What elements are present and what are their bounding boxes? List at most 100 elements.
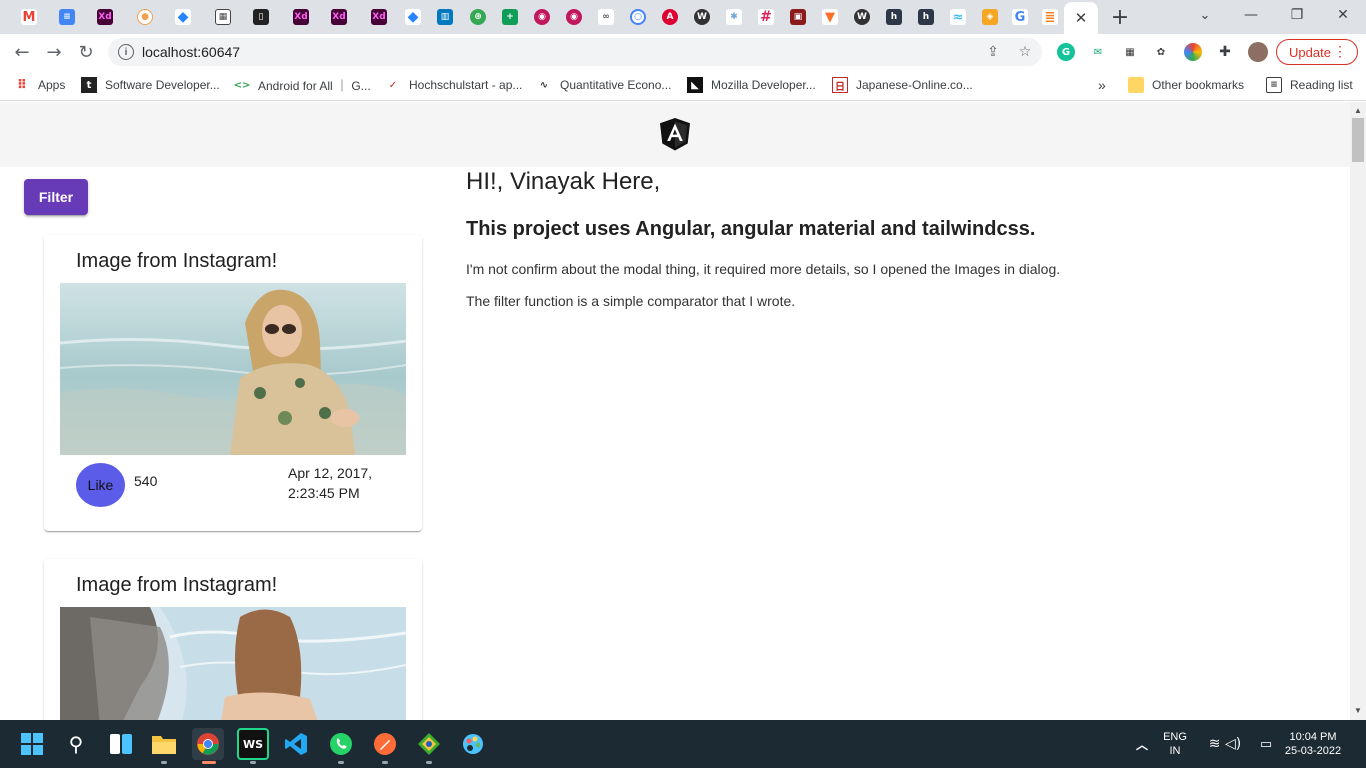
- clock[interactable]: 10:04 PM 25-03-2022: [1280, 730, 1346, 758]
- vscode-icon[interactable]: [280, 728, 312, 760]
- tab-search-button[interactable]: ⌄: [1182, 0, 1228, 30]
- task-view-icon[interactable]: [105, 728, 137, 760]
- card-title: Image from Instagram!: [76, 574, 278, 596]
- tab-notion[interactable]: ▯: [246, 5, 276, 29]
- filter-button[interactable]: Filter: [24, 179, 88, 215]
- qr-extension-icon[interactable]: ▦: [1121, 43, 1139, 61]
- bookmark-quantitative-econ[interactable]: ∿ Quantitative Econo...: [536, 76, 672, 94]
- reload-icon[interactable]: ↻: [74, 40, 98, 64]
- bookmark-android-for-all[interactable]: <> Android for All ｜ G...: [234, 76, 371, 94]
- tab-blue-ring[interactable]: ○: [623, 5, 653, 29]
- tab-active-localhost[interactable]: ✕: [1064, 2, 1098, 34]
- postman-icon[interactable]: [369, 728, 401, 760]
- tab-red-square[interactable]: ▣: [783, 5, 813, 29]
- tab-github[interactable]: ●: [130, 5, 160, 29]
- tab-gitlab[interactable]: ▼: [815, 5, 845, 29]
- new-tab-button[interactable]: +: [1108, 5, 1132, 30]
- share-icon[interactable]: ⇪: [984, 43, 1002, 61]
- tab-reader[interactable]: ▦: [208, 5, 238, 29]
- grammarly-icon[interactable]: G: [1057, 43, 1075, 61]
- tab-infinity[interactable]: ∞: [591, 5, 621, 29]
- bookmark-apps[interactable]: ⠿ Apps: [14, 76, 65, 94]
- tab-tailwind[interactable]: ≈: [943, 5, 973, 29]
- image-card[interactable]: Image from Instagram!: [44, 235, 422, 531]
- bookmark-japanese-online[interactable]: 日 Japanese-Online.co...: [832, 76, 973, 94]
- tab-docs[interactable]: ≡: [52, 5, 82, 29]
- tab-xd-1[interactable]: Xd: [90, 5, 120, 29]
- tab-xd-3[interactable]: Xd: [324, 5, 354, 29]
- minimize-button[interactable]: —: [1228, 0, 1274, 30]
- update-button[interactable]: Update ⋮: [1276, 39, 1358, 65]
- language-indicator[interactable]: ENG IN: [1158, 730, 1192, 758]
- tab-wordpress-1[interactable]: W: [687, 5, 717, 29]
- tab-h-1[interactable]: h: [879, 5, 909, 29]
- tab-light[interactable]: ✱: [719, 5, 749, 29]
- site-info-icon[interactable]: i: [118, 44, 134, 60]
- bookmark-reading-list[interactable]: ≡ Reading list: [1266, 76, 1353, 94]
- volume-icon: ◁): [1224, 736, 1242, 752]
- reading-list-icon: ≡: [1266, 77, 1282, 93]
- address-bar[interactable]: i localhost:60647 ⇪ ☆: [108, 38, 1042, 66]
- scrollbar-thumb[interactable]: [1352, 118, 1364, 162]
- card-image[interactable]: [60, 607, 406, 720]
- bookmark-mozilla-developer[interactable]: ◣ Mozilla Developer...: [687, 76, 816, 94]
- bookmark-star-icon[interactable]: ☆: [1016, 43, 1034, 61]
- card-image[interactable]: [60, 283, 406, 455]
- tab-pink-2[interactable]: ◉: [559, 5, 589, 29]
- restore-button[interactable]: ❐: [1274, 0, 1320, 30]
- slack-icon: #: [758, 9, 774, 25]
- wifi-volume-icons[interactable]: ≋ ◁): [1198, 728, 1252, 760]
- forward-arrow-icon[interactable]: →: [42, 40, 66, 64]
- tab-jira-2[interactable]: ◆: [398, 5, 428, 29]
- paint-icon[interactable]: [457, 728, 489, 760]
- tab-google[interactable]: G: [1005, 5, 1035, 29]
- like-button[interactable]: Like: [76, 463, 125, 507]
- bookmark-software-developer[interactable]: t Software Developer...: [81, 76, 220, 94]
- sourcetree-icon[interactable]: [413, 728, 445, 760]
- stackoverflow-icon: ≣: [1042, 9, 1058, 25]
- whatsapp-icon[interactable]: [325, 728, 357, 760]
- tab-sheets[interactable]: +: [495, 5, 525, 29]
- bookmark-other[interactable]: Other bookmarks: [1128, 76, 1244, 94]
- close-tab-icon[interactable]: ✕: [1075, 9, 1088, 27]
- tab-stackoverflow[interactable]: ≣: [1035, 5, 1065, 29]
- settings-extension-icon[interactable]: ✿: [1152, 43, 1170, 61]
- search-icon[interactable]: ⚲: [60, 728, 92, 760]
- tab-trello[interactable]: ▥: [430, 5, 460, 29]
- card-date: Apr 12, 2017, 2:23:45 PM: [288, 465, 373, 501]
- windows-start-icon[interactable]: [16, 728, 48, 760]
- tab-xd-4[interactable]: Xd: [364, 5, 394, 29]
- intro-paragraph: The filter function is a simple comparat…: [466, 293, 796, 309]
- profile-avatar-icon[interactable]: [1248, 42, 1268, 62]
- tab-gmail[interactable]: M: [14, 5, 44, 29]
- url-text[interactable]: localhost:60647: [142, 44, 240, 60]
- tab-h-2[interactable]: h: [911, 5, 941, 29]
- battery-icon[interactable]: ▭: [1250, 728, 1282, 760]
- tab-xd-2[interactable]: Xd: [286, 5, 316, 29]
- tab-brave[interactable]: ◈: [975, 5, 1005, 29]
- file-explorer-icon[interactable]: [148, 728, 180, 760]
- chevron-up-icon[interactable]: ︿: [1126, 728, 1158, 760]
- color-picker-icon[interactable]: [1184, 43, 1202, 61]
- tab-wordpress-2[interactable]: W: [847, 5, 877, 29]
- close-window-button[interactable]: ✕: [1320, 0, 1366, 30]
- chrome-icon[interactable]: [192, 728, 224, 760]
- bookmark-label: Software Developer...: [105, 78, 220, 92]
- webstorm-icon[interactable]: WS: [237, 728, 269, 760]
- image-card[interactable]: Image from Instagram!: [44, 559, 422, 720]
- bookmark-hochschulstart[interactable]: ✓ Hochschulstart - ap...: [385, 76, 523, 94]
- page-scrollbar[interactable]: ▲ ▼: [1350, 102, 1366, 720]
- blue-ring-icon: ○: [630, 9, 646, 25]
- more-bookmarks-chevron-icon[interactable]: »: [1098, 76, 1106, 94]
- scroll-up-arrow-icon[interactable]: ▲: [1354, 106, 1362, 115]
- running-indicator: [161, 761, 167, 764]
- tab-jira-1[interactable]: ◆: [168, 5, 198, 29]
- tab-pink-1[interactable]: ◉: [527, 5, 557, 29]
- tab-slack[interactable]: #: [751, 5, 781, 29]
- tab-green-circle[interactable]: ⊕: [463, 5, 493, 29]
- scroll-down-arrow-icon[interactable]: ▼: [1354, 706, 1362, 715]
- tab-angular-red[interactable]: A: [655, 5, 685, 29]
- extensions-puzzle-icon[interactable]: ✚: [1216, 43, 1234, 61]
- back-arrow-icon[interactable]: ←: [10, 40, 34, 64]
- mail-extension-icon[interactable]: ✉: [1089, 43, 1107, 61]
